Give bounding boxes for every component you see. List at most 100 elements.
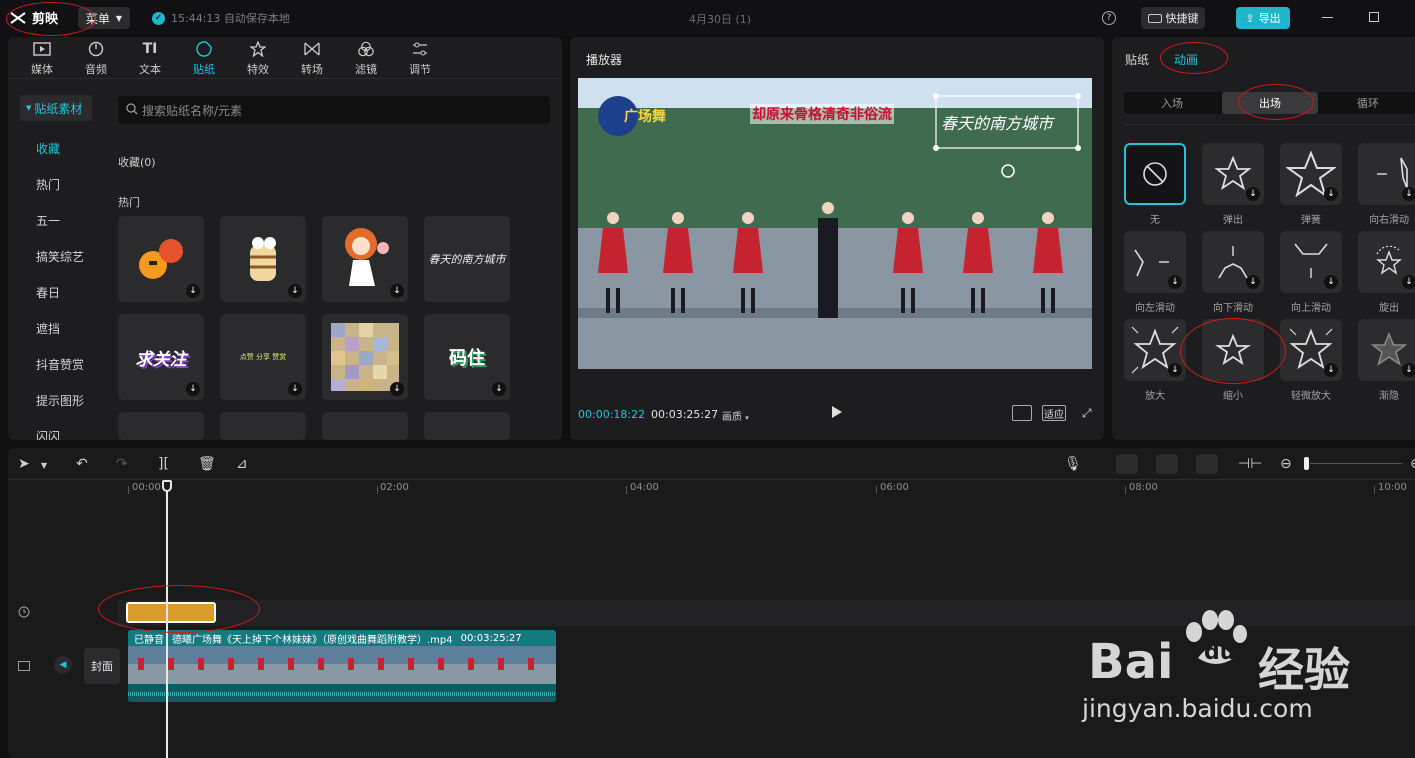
side-item-spring[interactable]: 春日: [36, 284, 60, 301]
sticker-item-spring-city[interactable]: 春天的南方城市: [424, 216, 510, 302]
zoom-in-icon[interactable]: ⊕: [1410, 456, 1415, 472]
tab-filter[interactable]: 滤镜: [340, 39, 392, 79]
linkage-icon[interactable]: [1196, 454, 1218, 474]
download-icon[interactable]: ↓: [1324, 187, 1338, 201]
fullscreen-icon[interactable]: ⤢: [1082, 406, 1095, 420]
sticker-search-input[interactable]: 搜索贴纸名称/元素: [118, 96, 550, 124]
segment-loop[interactable]: 循环: [1320, 92, 1415, 114]
anim-slide-up[interactable]: ↓: [1280, 231, 1342, 293]
download-icon[interactable]: ↓: [390, 382, 404, 396]
side-item-mayday[interactable]: 五一: [36, 212, 60, 229]
tab-audio[interactable]: 音频: [70, 39, 122, 79]
anim-zoom-in[interactable]: ↓: [1124, 319, 1186, 381]
download-icon[interactable]: ↓: [186, 284, 200, 298]
sticker-item-save[interactable]: 码住 ↓: [424, 314, 510, 400]
sticker-item-follow[interactable]: 求关注 ↓: [118, 314, 204, 400]
select-cursor-icon[interactable]: ➤: [18, 456, 30, 472]
maximize-button[interactable]: [1369, 12, 1379, 22]
download-icon[interactable]: ↓: [186, 382, 200, 396]
tab-text[interactable]: TI 文本: [124, 39, 176, 79]
sticker-item[interactable]: [322, 412, 408, 440]
download-icon[interactable]: ↓: [390, 284, 404, 298]
download-icon[interactable]: ↓: [1168, 363, 1182, 377]
sticker-item[interactable]: [220, 412, 306, 440]
link-main-track-icon[interactable]: [1116, 454, 1138, 474]
sticker-clip[interactable]: [126, 602, 216, 623]
zoom-slider-track[interactable]: [1310, 463, 1402, 464]
tab-adjust[interactable]: 调节: [394, 39, 446, 79]
side-item-sparkle[interactable]: 闪闪: [36, 428, 60, 440]
tab-transition[interactable]: 转场: [286, 39, 338, 79]
tab-animation[interactable]: 动画: [1174, 51, 1198, 68]
split-icon[interactable]: ][: [158, 456, 169, 472]
sticker-category-header[interactable]: ▼ 贴纸素材: [20, 95, 92, 121]
sticker-item[interactable]: [424, 412, 510, 440]
help-icon[interactable]: ?: [1102, 11, 1116, 25]
mute-icon[interactable]: ◀: [54, 656, 72, 674]
side-item-hint-shapes[interactable]: 提示图形: [36, 392, 84, 409]
sticker-item-cat[interactable]: ↓: [220, 216, 306, 302]
sticker-item[interactable]: [118, 412, 204, 440]
tab-sticker-props[interactable]: 贴纸: [1125, 51, 1149, 68]
download-icon[interactable]: ↓: [492, 382, 506, 396]
segment-out[interactable]: 出场: [1222, 92, 1318, 114]
anim-spin-out[interactable]: ↓: [1358, 231, 1415, 293]
video-preview[interactable]: 广场舞 却原来骨格清奇非俗流 春天的南方城市: [578, 78, 1092, 369]
quality-dropdown[interactable]: 画质 ▾: [722, 408, 749, 423]
playhead[interactable]: [166, 480, 168, 758]
download-icon[interactable]: ↓: [1402, 275, 1415, 289]
mirror-icon[interactable]: ⊿: [236, 456, 248, 472]
chevron-down-icon[interactable]: ▼: [41, 461, 47, 470]
download-icon[interactable]: ↓: [1324, 363, 1338, 377]
sticker-item-like-share[interactable]: 点赞 分享 赞赏 ↓: [220, 314, 306, 400]
play-icon[interactable]: [832, 406, 842, 418]
export-button[interactable]: ⇪ 导出: [1236, 7, 1290, 29]
favorites-section-label: 收藏(0): [118, 156, 156, 169]
download-icon[interactable]: ↓: [1246, 275, 1260, 289]
shortcut-button[interactable]: 快捷键: [1141, 7, 1205, 29]
waveform-icon[interactable]: [1012, 405, 1032, 421]
anim-spring[interactable]: ↓: [1280, 143, 1342, 205]
side-item-hot[interactable]: 热门: [36, 176, 60, 193]
download-icon[interactable]: ↓: [288, 382, 302, 396]
anim-fade-out[interactable]: ↓: [1358, 319, 1415, 381]
sticker-item-tiger[interactable]: ↓: [118, 216, 204, 302]
anim-zoom-out[interactable]: [1202, 319, 1264, 381]
playhead-handle[interactable]: [162, 480, 172, 492]
anim-pop-out[interactable]: ↓: [1202, 143, 1264, 205]
anim-slide-down[interactable]: ↓: [1202, 231, 1264, 293]
side-item-favorites[interactable]: 收藏: [36, 140, 60, 157]
segment-in[interactable]: 入场: [1124, 92, 1220, 114]
video-clip[interactable]: 已静音 德曦广场舞《天上掉下个林妹妹》（原创戏曲舞蹈附教学）.mp4 00:03…: [128, 630, 556, 702]
microphone-icon[interactable]: 🎙: [1064, 456, 1082, 472]
anim-none[interactable]: [1124, 143, 1186, 205]
zoom-out-icon[interactable]: ⊖: [1280, 456, 1292, 472]
preview-axis-icon[interactable]: ⊣⊢: [1238, 456, 1262, 472]
cover-button[interactable]: 封面: [84, 648, 120, 684]
delete-icon[interactable]: 🗑: [198, 456, 216, 472]
sticker-item-girl[interactable]: ↓: [322, 216, 408, 302]
download-icon[interactable]: ↓: [1246, 187, 1260, 201]
download-icon[interactable]: ↓: [1402, 187, 1415, 201]
menu-button[interactable]: 菜单 ▼: [78, 7, 130, 29]
side-item-funny[interactable]: 搞笑综艺: [36, 248, 84, 265]
tab-media[interactable]: 媒体: [16, 39, 68, 79]
side-item-mask[interactable]: 遮挡: [36, 320, 60, 337]
fit-ratio-button[interactable]: 适应: [1042, 405, 1066, 421]
auto-snap-icon[interactable]: [1156, 454, 1178, 474]
redo-icon[interactable]: ↷: [116, 456, 128, 472]
download-icon[interactable]: ↓: [1168, 275, 1182, 289]
undo-icon[interactable]: ↶: [76, 456, 88, 472]
side-item-douyin[interactable]: 抖音赞赏: [36, 356, 84, 373]
anim-slide-left[interactable]: ↓: [1124, 231, 1186, 293]
download-icon[interactable]: ↓: [1324, 275, 1338, 289]
anim-slide-right[interactable]: ↓: [1358, 143, 1415, 205]
tab-sticker[interactable]: 贴纸: [178, 39, 230, 79]
tab-effects[interactable]: 特效: [232, 39, 284, 79]
download-icon[interactable]: ↓: [1402, 363, 1415, 377]
anim-slight-zoom[interactable]: ↓: [1280, 319, 1342, 381]
sticker-item-mosaic[interactable]: ↓: [322, 314, 408, 400]
minimize-button[interactable]: [1322, 17, 1333, 18]
zoom-slider-handle[interactable]: [1304, 457, 1309, 470]
download-icon[interactable]: ↓: [288, 284, 302, 298]
